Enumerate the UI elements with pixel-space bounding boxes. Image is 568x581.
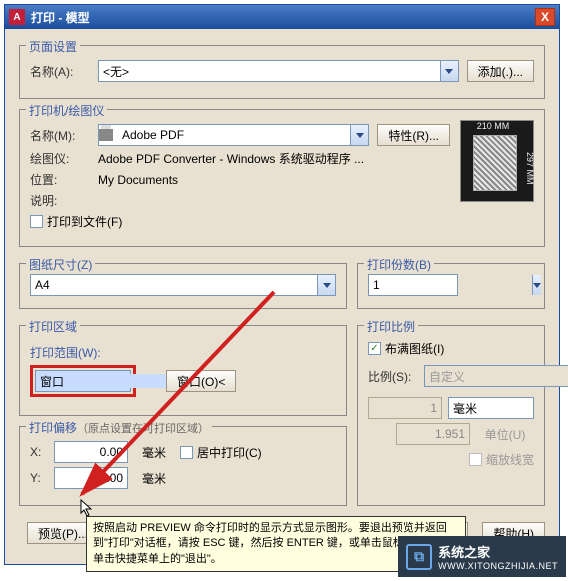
plot-range-combo[interactable]	[35, 370, 131, 392]
printer-name-combo[interactable]	[98, 124, 369, 146]
window-title: 打印 - 模型	[31, 9, 535, 26]
page-setup-legend: 页面设置	[26, 38, 80, 55]
properties-button[interactable]: 特性(R)...	[377, 124, 450, 146]
offset-x-input[interactable]	[54, 441, 128, 463]
plotter-label: 绘图仪:	[30, 150, 92, 167]
printer-name-input[interactable]	[118, 128, 350, 142]
paper-height-label: 297 MM	[525, 135, 535, 201]
page-setup-group: 页面设置 名称(A): 添加(.)...	[19, 45, 545, 99]
chevron-down-icon[interactable]	[317, 275, 335, 295]
paper-size-group: 图纸尺寸(Z)	[19, 263, 347, 309]
scale-lineweights-checkbox: 缩放线宽	[418, 451, 534, 468]
copies-legend: 打印份数(B)	[364, 256, 434, 273]
plot-scale-group: 打印比例 ✓ 布满图纸(I) 比例(S):	[357, 325, 545, 506]
printer-legend: 打印机/绘图仪	[26, 102, 107, 119]
window-pick-button[interactable]: 窗口(O)<	[166, 370, 236, 392]
paper-size-legend: 图纸尺寸(Z)	[26, 256, 95, 273]
plot-offset-legend: 打印偏移（原点设置在可打印区域）	[26, 419, 212, 436]
print-dialog: A 打印 - 模型 X 页面设置 名称(A): 添加(.)... 打印机/绘图仪	[4, 4, 560, 565]
page-setup-name-input[interactable]	[99, 64, 440, 78]
copies-group: 打印份数(B)	[357, 263, 545, 309]
offset-y-unit: 毫米	[142, 470, 166, 487]
plot-range-label: 打印范围(W):	[30, 344, 336, 361]
scale-unit-combo[interactable]	[448, 397, 534, 419]
plot-scale-legend: 打印比例	[364, 318, 418, 335]
printer-name-label: 名称(M):	[30, 127, 92, 144]
paper-width-label: 210 MM	[461, 121, 525, 131]
plotter-value: Adobe PDF Converter - Windows 系统驱动程序 ...	[98, 150, 364, 167]
scale-combo	[424, 365, 568, 387]
copies-spinner[interactable]	[368, 274, 458, 296]
chevron-down-icon[interactable]	[350, 125, 368, 145]
page-setup-name-combo[interactable]	[98, 60, 459, 82]
fit-to-paper-label: 布满图纸(I)	[385, 340, 444, 357]
copies-input[interactable]	[369, 278, 532, 292]
watermark: ⧉ 系统之家 WWW.XITONGZHIJIA.NET	[398, 536, 566, 577]
page-setup-name-label: 名称(A):	[30, 63, 92, 80]
paper-size-combo[interactable]	[30, 274, 336, 296]
offset-y-input[interactable]	[54, 467, 128, 489]
add-button[interactable]: 添加(.)...	[467, 60, 534, 82]
checkbox-checked-icon: ✓	[368, 342, 381, 355]
app-icon: A	[9, 9, 25, 25]
scale-unit-input[interactable]	[449, 401, 568, 415]
chevron-down-icon[interactable]	[440, 61, 458, 81]
checkbox-icon	[30, 215, 43, 228]
paper-sheet-icon	[473, 135, 517, 191]
watermark-logo-icon: ⧉	[406, 544, 432, 570]
print-to-file-checkbox[interactable]: 打印到文件(F)	[30, 213, 122, 230]
plot-area-group: 打印区域 打印范围(W): 窗口(O)<	[19, 325, 347, 416]
scale-lineweights-label: 缩放线宽	[486, 451, 534, 468]
fit-to-paper-checkbox[interactable]: ✓ 布满图纸(I)	[368, 340, 534, 357]
plot-area-legend: 打印区域	[26, 318, 80, 335]
offset-x-unit: 毫米	[142, 444, 166, 461]
scale-units-input	[396, 423, 470, 445]
printer-icon	[99, 129, 113, 141]
print-to-file-label: 打印到文件(F)	[47, 213, 122, 230]
close-button[interactable]: X	[535, 8, 555, 26]
scale-label: 比例(S):	[368, 368, 418, 385]
titlebar: A 打印 - 模型 X	[5, 5, 559, 29]
description-label: 说明:	[30, 192, 92, 209]
printer-group: 打印机/绘图仪 名称(M): 特性(R)... 绘图仪: Ado	[19, 109, 545, 247]
spinner-buttons[interactable]	[532, 275, 541, 295]
scale-mm-input	[368, 397, 442, 419]
highlight-box	[30, 365, 136, 397]
watermark-name: 系统之家	[438, 542, 558, 561]
plot-offset-group: 打印偏移（原点设置在可打印区域） X: 毫米 居中打印(C) Y:	[19, 426, 347, 506]
center-plot-label: 居中打印(C)	[197, 444, 262, 461]
center-plot-checkbox[interactable]: 居中打印(C)	[180, 444, 262, 461]
checkbox-icon	[180, 446, 193, 459]
offset-y-label: Y:	[30, 471, 48, 485]
paper-preview: 210 MM 297 MM	[460, 120, 534, 202]
location-label: 位置:	[30, 171, 92, 188]
offset-x-label: X:	[30, 445, 48, 459]
checkbox-icon	[469, 453, 482, 466]
watermark-url: WWW.XITONGZHIJIA.NET	[438, 561, 558, 571]
location-value: My Documents	[98, 173, 178, 187]
scale-input	[425, 369, 568, 383]
scale-units-label: 单位(U)	[476, 426, 534, 443]
paper-size-input[interactable]	[31, 278, 317, 292]
